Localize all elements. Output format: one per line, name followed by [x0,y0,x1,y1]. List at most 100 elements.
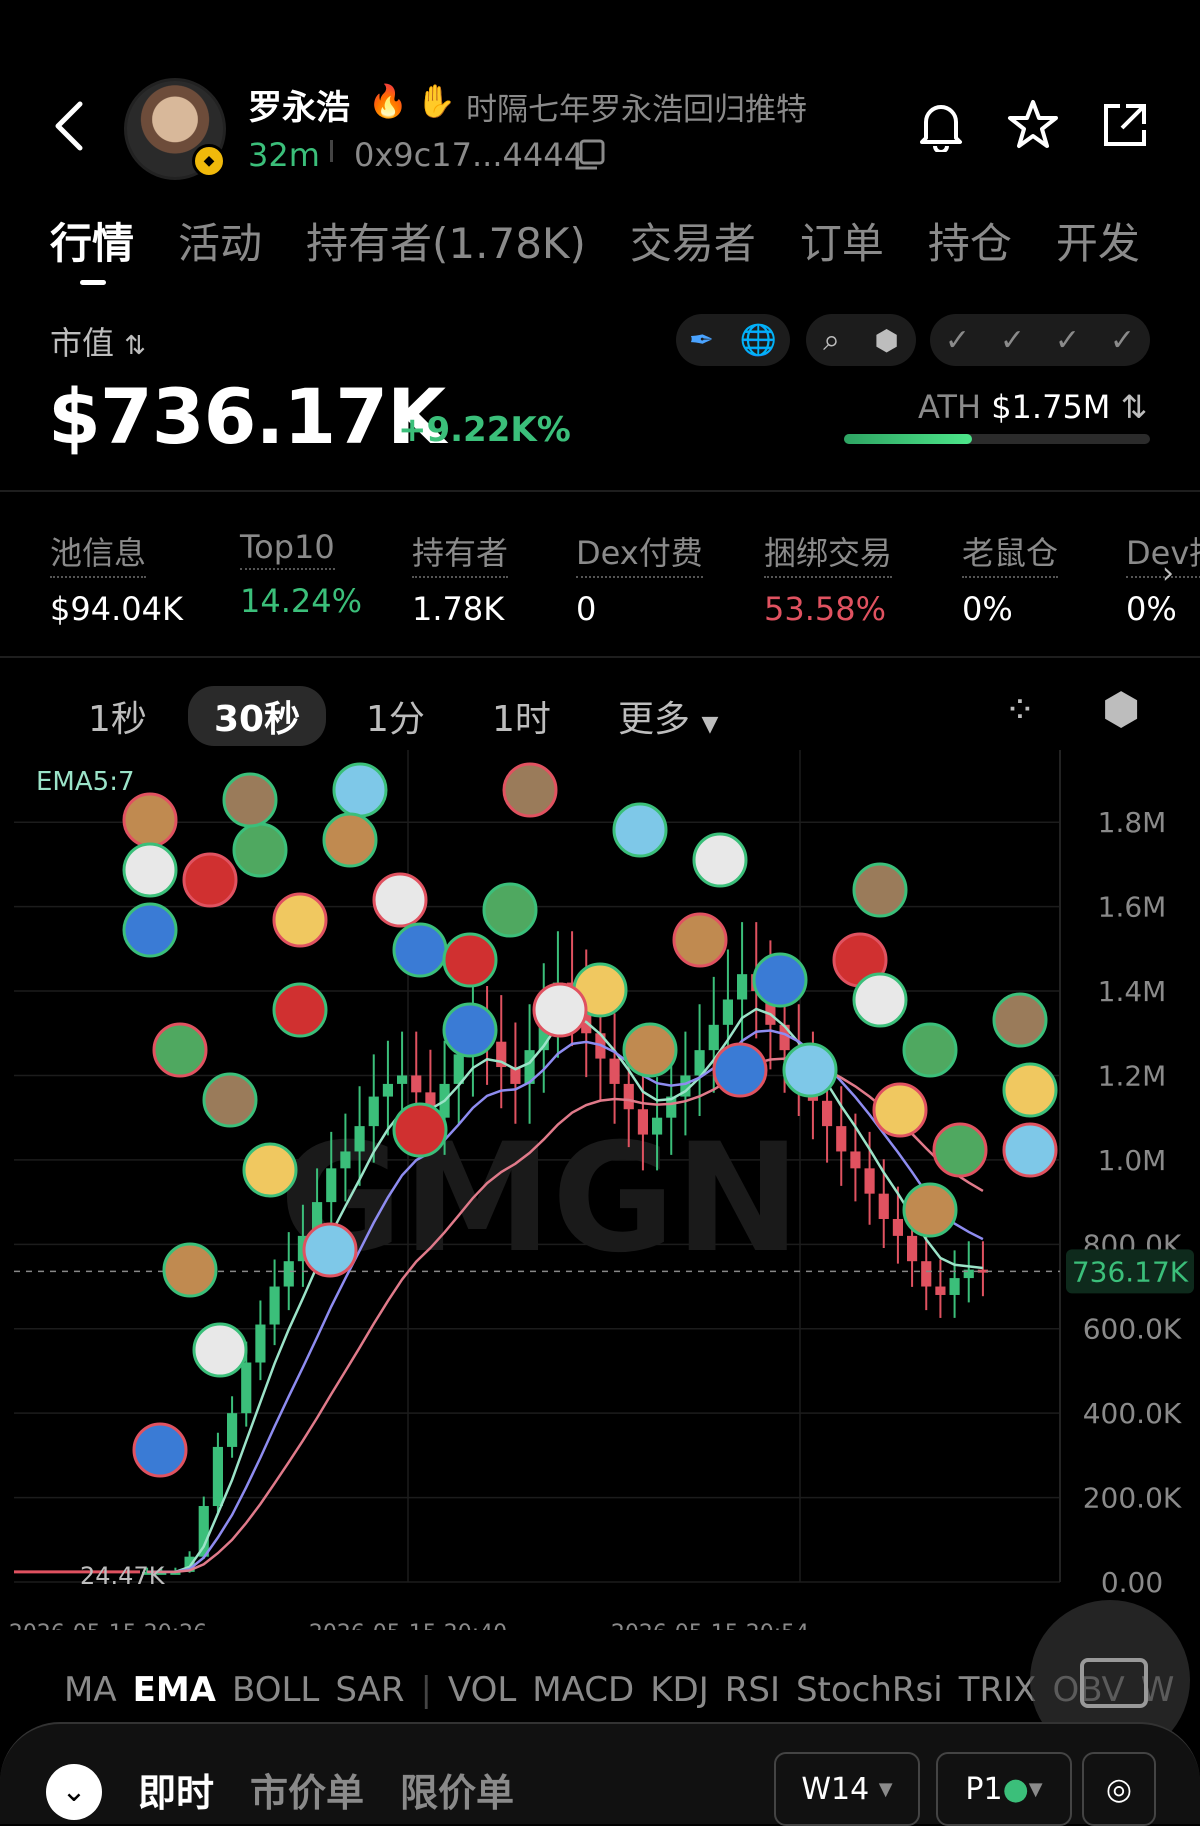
trader-avatar-marker[interactable] [442,932,498,988]
trader-avatar-marker[interactable] [322,812,378,868]
trader-avatar-marker[interactable] [502,762,558,818]
stat-item[interactable]: 老鼠仓 0% [962,528,1059,628]
trader-avatar-marker[interactable] [332,762,388,818]
indicator-rsi[interactable]: RSI [725,1670,780,1710]
x-tick-label: 2026-05-15 20:40 [309,1621,507,1630]
trader-avatar-marker[interactable] [1002,1062,1058,1118]
indicator-kdj[interactable]: KDJ [650,1670,709,1710]
interval-1s[interactable]: 1秒 [88,690,147,742]
trader-avatar-marker[interactable] [872,1082,928,1138]
trader-avatar-marker[interactable] [162,1242,218,1298]
trader-avatar-marker[interactable] [852,972,908,1028]
order-tab-market[interactable]: 市价单 [250,1762,364,1817]
stat-item[interactable]: Dex付费 0 [576,528,703,628]
trader-avatar-marker[interactable] [302,1222,358,1278]
indicator-trix[interactable]: TRIX [959,1670,1037,1710]
trader-avatar-marker[interactable] [992,992,1048,1048]
contract-address[interactable]: 0x9c17...4444 [354,136,584,174]
tab-dev[interactable]: 开发 [1056,219,1140,268]
sort-icon[interactable]: ⇅ [1121,388,1148,426]
security-checks[interactable]: ✓ ✓ ✓ ✓ [930,314,1150,366]
ath-progress-fill [844,434,972,444]
copy-icon[interactable] [572,138,606,172]
ath-row: ATH $1.75M ⇅ [918,388,1148,426]
wallet-select[interactable]: W14 ▼ [774,1752,920,1826]
candle [850,1151,861,1169]
indicator-macd[interactable]: MACD [532,1670,634,1710]
trader-avatar-marker[interactable] [442,1002,498,1058]
preset-select[interactable]: P1 ● ▼ [936,1752,1072,1826]
trader-avatar-marker[interactable] [122,842,178,898]
trader-avatar-marker[interactable] [232,822,288,878]
trader-avatar-marker[interactable] [222,772,278,828]
price-chart[interactable]: 1.8M1.6M1.4M1.2M1.0M800.0K600.0K400.0K20… [0,750,1200,1630]
tab-active-indicator [80,280,106,285]
globe-icon[interactable]: 🌐 [740,323,777,358]
trader-avatar-marker[interactable] [372,872,428,928]
bubbles-icon[interactable]: ⁘ [1004,688,1036,732]
trader-avatar-marker[interactable] [192,1322,248,1378]
trader-avatar-marker[interactable] [152,1022,208,1078]
back-icon[interactable] [48,96,92,156]
tab-orders[interactable]: 订单 [800,219,884,268]
trader-avatar-marker[interactable] [852,862,908,918]
trader-avatar-marker[interactable] [752,952,808,1008]
sort-icon[interactable]: ⇅ [124,331,146,361]
stat-item[interactable]: Top10 14.24% [240,528,362,620]
trader-avatar-marker[interactable] [182,852,238,908]
trader-avatar-marker[interactable] [622,1022,678,1078]
search-icon[interactable]: ⌕ [823,323,840,358]
candle [708,1024,719,1051]
trader-avatar-marker[interactable] [122,792,178,848]
interval-1m[interactable]: 1分 [366,690,425,742]
tab-positions[interactable]: 持仓 [928,219,1012,268]
trader-avatar-marker[interactable] [532,982,588,1038]
trader-avatar-marker[interactable] [932,1122,988,1178]
indicator-boll[interactable]: BOLL [232,1670,319,1710]
trader-avatar-marker[interactable] [902,1022,958,1078]
trader-avatar-marker[interactable] [272,982,328,1038]
trader-avatar-marker[interactable] [782,1042,838,1098]
collapse-icon[interactable]: ⌄ [46,1764,102,1820]
trader-avatar-marker[interactable] [1002,1122,1058,1178]
stat-item[interactable]: 捆绑交易 53.58% [764,528,893,628]
trader-avatar-marker[interactable] [272,892,328,948]
feather-icon[interactable]: ✒ [689,323,714,358]
trader-avatar-marker[interactable] [612,802,668,858]
trader-avatar-marker[interactable] [392,1102,448,1158]
interval-30s[interactable]: 30秒 [188,686,327,746]
star-icon[interactable] [1006,98,1060,152]
trader-avatar-marker[interactable] [712,1042,768,1098]
indicator-ma[interactable]: MA [64,1670,117,1710]
tab-market[interactable]: 行情 [50,219,134,268]
trader-avatar-marker[interactable] [672,912,728,968]
trader-avatar-marker[interactable] [122,902,178,958]
indicator-ema[interactable]: EMA [133,1670,216,1710]
tab-holders[interactable]: 持有者(1.78K) [306,219,586,268]
chevron-right-icon[interactable]: › [1162,556,1174,591]
stat-item[interactable]: 持有者 1.78K [412,528,509,628]
trader-avatar-marker[interactable] [202,1072,258,1128]
interval-1h[interactable]: 1时 [492,690,551,742]
trader-avatar-marker[interactable] [482,882,538,938]
order-tab-instant[interactable]: 即时 [138,1762,214,1817]
bell-icon[interactable] [916,98,966,152]
order-tab-limit[interactable]: 限价单 [400,1762,514,1817]
settings-hex-icon[interactable]: ⬢ [1102,684,1140,735]
stat-item[interactable]: 池信息 $94.04K [50,528,183,628]
indicator-sar[interactable]: SAR [335,1670,404,1710]
interval-more[interactable]: 更多 ▼ [618,690,718,742]
tab-traders[interactable]: 交易者 [630,219,756,268]
trader-avatar-marker[interactable] [902,1182,958,1238]
trader-avatar-marker[interactable] [242,1142,298,1198]
camera-button[interactable]: ◎ [1082,1752,1156,1826]
trader-avatar-marker[interactable] [692,832,748,888]
trader-avatar-marker[interactable] [392,922,448,978]
trader-avatar-marker[interactable] [132,1422,188,1478]
indicator-stochrsi[interactable]: StochRsi [796,1670,943,1710]
indicator-vol[interactable]: VOL [448,1670,516,1710]
cube-icon[interactable]: ⬢ [874,324,898,357]
share-icon[interactable] [1100,100,1150,150]
candle [892,1218,903,1236]
tab-activity[interactable]: 活动 [178,219,262,268]
